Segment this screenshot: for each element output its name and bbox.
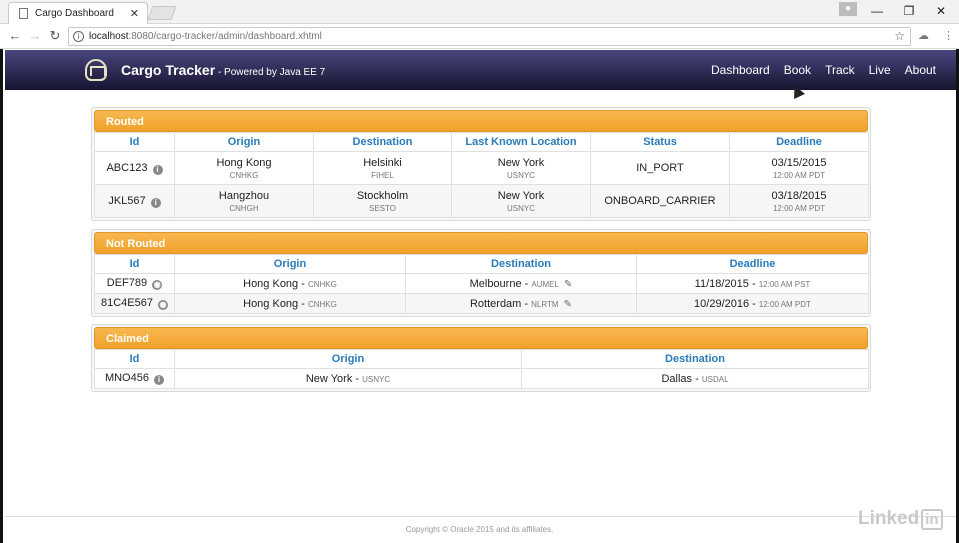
- col-header-last-location[interactable]: Last Known Location: [451, 132, 591, 152]
- destination-cell: Rotterdam - NLRTM ✎: [405, 293, 637, 314]
- url-field[interactable]: i localhost:8080/cargo-tracker/admin/das…: [68, 27, 911, 46]
- destination-cell: Dallas - USDAL: [521, 368, 869, 389]
- routed-table: Id Origin Destination Last Known Locatio…: [94, 132, 869, 218]
- page-icon: [19, 8, 28, 19]
- deadline-cell: 03/15/2015 12:00 AM PDT: [729, 151, 869, 185]
- back-icon[interactable]: ←: [7, 28, 23, 43]
- status-cell: IN_PORT: [590, 151, 730, 185]
- table-row[interactable]: ABC123 i Hong Kong CNHKG Helsinki FIHEL Ne…: [94, 151, 869, 185]
- nav-track[interactable]: Track: [825, 63, 855, 77]
- col-header-id[interactable]: Id: [94, 254, 175, 274]
- footer-copyright: Copyright © Oracle 2015 and its affiliat…: [405, 525, 554, 534]
- cargo-logo-icon[interactable]: [85, 59, 107, 81]
- table-row[interactable]: DEF789 ◉ Hong Kong - CNHKG Melbourne - A…: [94, 273, 869, 294]
- claimed-table: Id Origin Destination MNO456 i New York …: [94, 349, 869, 389]
- info-icon[interactable]: i: [150, 197, 161, 208]
- not-routed-panel-title: Not Routed: [94, 232, 868, 254]
- tab-close-icon[interactable]: ✕: [130, 7, 139, 20]
- deadline-cell: 11/18/2015 - 12:00 AM PST: [636, 273, 869, 294]
- viewport-edge-left: [0, 49, 3, 543]
- location-cell: New York USNYC: [451, 151, 591, 185]
- origin-cell: Hong Kong CNHKG: [174, 151, 314, 185]
- table-row[interactable]: MNO456 i New York - USNYC Dallas - USDAL: [94, 368, 869, 389]
- destination-cell: Helsinki FIHEL: [313, 151, 452, 185]
- status-cell: ONBOARD_CARRIER: [590, 184, 730, 218]
- brand[interactable]: Cargo Tracker - Powered by Java EE 7: [121, 62, 325, 78]
- col-header-destination[interactable]: Destination: [521, 349, 869, 369]
- col-header-destination[interactable]: Destination: [313, 132, 452, 152]
- restore-icon[interactable]: ❐: [901, 4, 917, 18]
- footer-divider: [5, 516, 956, 517]
- col-header-origin[interactable]: Origin: [174, 349, 522, 369]
- minimize-icon[interactable]: —: [869, 4, 885, 18]
- col-header-status[interactable]: Status: [590, 132, 730, 152]
- col-header-id[interactable]: Id: [94, 132, 175, 152]
- deadline-cell: 10/29/2016 - 12:00 AM PDT: [636, 293, 869, 314]
- linkedin-watermark: Linked in: [858, 508, 943, 530]
- address-bar-row: ← → ↻ i localhost:8080/cargo-tracker/adm…: [0, 24, 959, 49]
- bookmark-star-icon[interactable]: ☆: [894, 29, 905, 43]
- col-header-origin[interactable]: Origin: [174, 132, 314, 152]
- globe-icon[interactable]: ◉: [158, 300, 169, 310]
- not-routed-panel: Not Routed Id Origin Destination Deadlin…: [91, 229, 871, 317]
- claimed-panel-title: Claimed: [94, 327, 868, 349]
- col-header-deadline[interactable]: Deadline: [636, 254, 869, 274]
- info-icon[interactable]: i: [154, 375, 165, 385]
- table-row[interactable]: 81C4E567 ◉ Hong Kong - CNHKG Rotterdam -…: [94, 293, 869, 314]
- new-tab-button[interactable]: [147, 6, 177, 20]
- forward-icon[interactable]: →: [27, 28, 43, 43]
- origin-cell: New York - USNYC: [174, 368, 522, 389]
- claimed-panel: Claimed Id Origin Destination MNO456 i N…: [91, 324, 871, 392]
- nav-about[interactable]: About: [905, 63, 936, 77]
- browser-tab[interactable]: Cargo Dashboard ✕: [8, 2, 148, 24]
- url-text: localhost:8080/cargo-tracker/admin/dashb…: [89, 31, 322, 42]
- deadline-cell: 03/18/2015 12:00 AM PDT: [729, 184, 869, 218]
- app-navbar: Cargo Tracker - Powered by Java EE 7 Das…: [5, 50, 956, 90]
- col-header-deadline[interactable]: Deadline: [729, 132, 869, 152]
- info-icon[interactable]: i: [152, 164, 163, 175]
- col-header-id[interactable]: Id: [94, 349, 175, 369]
- not-routed-table: Id Origin Destination Deadline DEF789 ◉ …: [94, 254, 869, 314]
- browser-tabbar: Cargo Dashboard ✕ ● — ❐ ✕: [0, 0, 959, 24]
- destination-cell: Stockholm SESTO: [313, 184, 452, 218]
- origin-cell: Hong Kong - CNHKG: [174, 293, 406, 314]
- nav-book[interactable]: Book: [784, 63, 811, 77]
- location-cell: New York USNYC: [451, 184, 591, 218]
- cargo-id[interactable]: MNO456 i: [94, 368, 175, 389]
- col-header-destination[interactable]: Destination: [405, 254, 637, 274]
- routed-panel-title: Routed: [94, 110, 868, 132]
- close-window-icon[interactable]: ✕: [933, 4, 949, 18]
- origin-cell: Hong Kong - CNHKG: [174, 273, 406, 294]
- origin-cell: Hangzhou CNHGH: [174, 184, 314, 218]
- tab-title: Cargo Dashboard: [35, 8, 114, 19]
- cargo-id[interactable]: ABC123 i: [94, 151, 175, 185]
- cargo-id[interactable]: JKL567 i: [94, 184, 175, 218]
- menu-icon[interactable]: ⋮: [943, 29, 954, 42]
- col-header-origin[interactable]: Origin: [174, 254, 406, 274]
- table-row[interactable]: JKL567 i Hangzhou CNHGH Stockholm SESTO Ne…: [94, 184, 869, 218]
- reload-icon[interactable]: ↻: [47, 28, 63, 44]
- globe-icon[interactable]: ◉: [152, 280, 163, 290]
- edit-icon[interactable]: ✎: [564, 299, 572, 310]
- user-icon[interactable]: ●: [839, 2, 857, 16]
- cargo-id[interactable]: DEF789 ◉: [94, 273, 175, 294]
- destination-cell: Melbourne - AUMEL ✎: [405, 273, 637, 294]
- cargo-id[interactable]: 81C4E567 ◉: [94, 293, 175, 314]
- nav-dashboard[interactable]: Dashboard: [711, 63, 770, 77]
- edit-icon[interactable]: ✎: [564, 279, 572, 290]
- site-info-icon[interactable]: i: [73, 31, 84, 42]
- nav-links: Dashboard Book Track Live About: [711, 63, 956, 77]
- nav-live[interactable]: Live: [869, 63, 891, 77]
- extension-icon[interactable]: ☁: [918, 29, 929, 42]
- routed-panel: Routed Id Origin Destination Last Known …: [91, 107, 871, 221]
